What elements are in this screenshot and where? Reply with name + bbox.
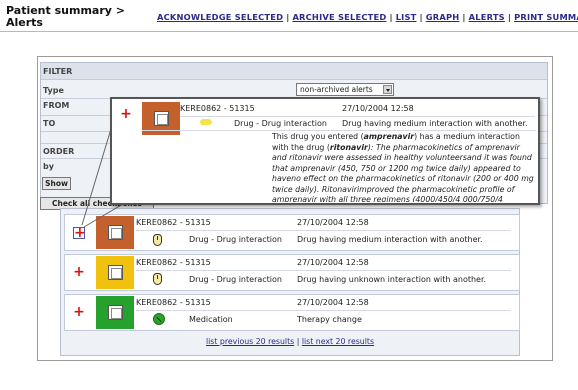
expand-icon[interactable]: + <box>120 107 132 121</box>
alert-row[interactable]: + KERE0862 - 51315 27/10/2004 12:58 Medi… <box>64 294 520 331</box>
filter-header <box>41 63 547 80</box>
order-by-label: by <box>43 162 54 171</box>
alert-row[interactable]: + KERE0862 - 51315 27/10/2004 12:58 Drug… <box>64 254 520 291</box>
nav-separator: | <box>462 12 466 22</box>
type-label: Type <box>43 86 64 95</box>
row-divider <box>136 310 511 311</box>
page-title: Patient summary > Alerts <box>6 4 125 29</box>
drug1-name: amprenavir <box>363 132 415 141</box>
top-nav: ACKNOWLEDGE SELECTED | ARCHIVE SELECTED | LI… <box>157 12 578 22</box>
header-divider <box>0 31 578 32</box>
alert-checkbox[interactable] <box>154 111 169 126</box>
alert-row[interactable]: + KERE0862 - 51315 27/10/2004 12:58 Drug… <box>64 214 520 251</box>
row-divider <box>142 130 536 131</box>
alert-category: Drug - Drug interaction <box>189 275 282 284</box>
list-link[interactable]: LIST <box>396 12 417 22</box>
acknowledge-selected-link[interactable]: ACKNOWLEDGE SELECTED <box>157 12 283 22</box>
type-select[interactable]: non-archived alerts <box>296 83 394 96</box>
alert-id: KERE0862 - 51315 <box>136 258 211 267</box>
severity-indicator <box>96 256 134 289</box>
previous-results-link[interactable]: list previous 20 results <box>206 337 294 346</box>
alert-category: Drug - Drug interaction <box>189 235 282 244</box>
filter-section-label: FILTER <box>43 67 73 76</box>
row-divider <box>136 230 511 231</box>
to-label: TO <box>43 119 56 128</box>
show-button[interactable]: Show <box>42 177 71 190</box>
chevron-down-icon[interactable] <box>383 85 392 94</box>
nav-separator: | <box>419 12 423 22</box>
type-select-value: non-archived alerts <box>300 85 373 94</box>
mouse-icon <box>153 273 162 285</box>
next-results-link[interactable]: list next 20 results <box>302 337 374 346</box>
popup-category: Drug - Drug interaction <box>234 119 327 128</box>
alert-summary: Drug having medium interaction with anot… <box>297 235 483 244</box>
severity-indicator <box>96 296 134 329</box>
alert-id: KERE0862 - 51315 <box>136 298 211 307</box>
alert-category: Medication <box>189 315 233 324</box>
alert-summary: Drug having unknown interaction with ano… <box>297 275 487 284</box>
pagination: list previous 20 results | list next 20 … <box>60 337 520 355</box>
alert-checkbox[interactable] <box>108 265 123 280</box>
popup-detail-text: This drug you entered (amprenavir) has a… <box>272 132 534 202</box>
row-divider <box>136 270 511 271</box>
pill-icon <box>153 313 165 325</box>
alert-id: KERE0862 - 51315 <box>136 218 211 227</box>
alert-datetime: 27/10/2004 12:58 <box>297 298 369 307</box>
alerts-link[interactable]: ALERTS <box>469 12 505 22</box>
mouse-icon <box>153 234 162 246</box>
from-label: FROM <box>43 101 70 110</box>
popup-alert-datetime: 27/10/2004 12:58 <box>342 104 414 113</box>
print-summary-link[interactable]: PRINT SUMMARY <box>514 12 578 22</box>
drug2-name: ritonavir <box>329 142 368 152</box>
nav-separator: | <box>389 12 393 22</box>
expand-icon[interactable]: + <box>73 265 85 279</box>
detail-intro: This drug you entered ( <box>272 132 364 141</box>
pagination-separator: | <box>296 337 300 346</box>
expand-icon[interactable]: + <box>73 305 85 319</box>
popup-alert-id: KERE0862 - 51315 <box>180 104 255 113</box>
alert-summary: Therapy change <box>297 315 362 324</box>
alert-checkbox[interactable] <box>108 305 123 320</box>
nav-separator: | <box>507 12 512 22</box>
row-divider <box>180 116 535 117</box>
popup-summary: Drug having medium interaction with anot… <box>342 119 528 128</box>
alert-datetime: 27/10/2004 12:58 <box>297 258 369 267</box>
archive-selected-link[interactable]: ARCHIVE SELECTED <box>292 12 386 22</box>
graph-link[interactable]: GRAPH <box>426 12 460 22</box>
mouse-icon <box>200 119 212 125</box>
alert-datetime: 27/10/2004 12:58 <box>297 218 369 227</box>
nav-separator: | <box>286 12 290 22</box>
